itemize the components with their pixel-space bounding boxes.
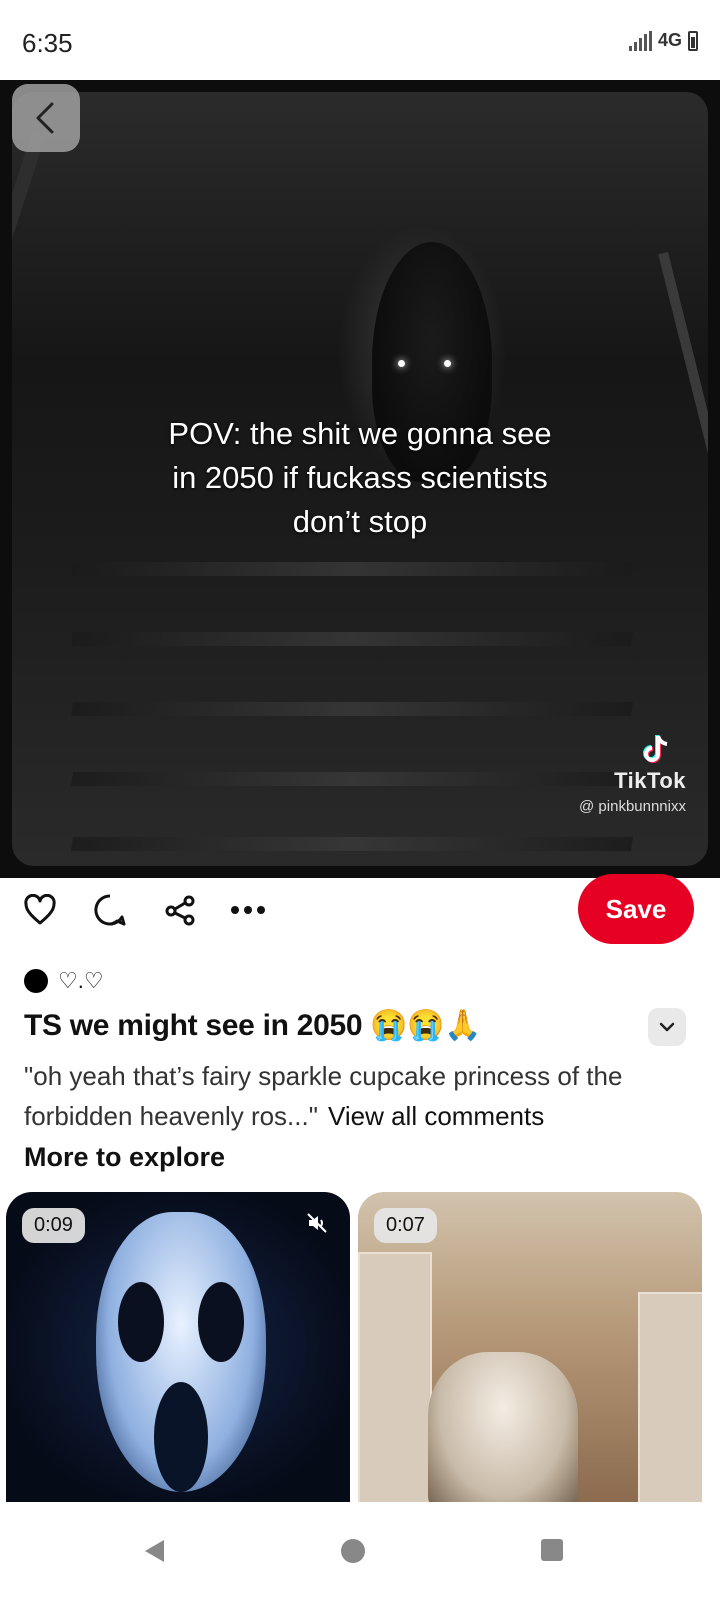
expand-details-button[interactable]: [648, 1008, 686, 1046]
ghost-mask-thumbnail: [96, 1212, 266, 1492]
square-recents-icon: [541, 1539, 563, 1561]
more-to-explore-heading: More to explore: [24, 1142, 226, 1172]
stair-step: [71, 702, 633, 716]
tiktok-logo-icon: [643, 735, 668, 763]
status-bar: 6:35 4G: [0, 0, 720, 80]
mask-mouth: [154, 1382, 208, 1492]
view-all-comments-link[interactable]: View all comments: [328, 1101, 544, 1131]
pin-video[interactable]: POV: the shit we gonna see in 2050 if fu…: [12, 92, 708, 866]
heart-icon: [24, 894, 56, 925]
figure-thumbnail: [428, 1352, 578, 1502]
battery-icon: [688, 30, 698, 51]
comment-bubble-icon: [94, 894, 126, 926]
video-duration: 0:07: [374, 1208, 437, 1243]
status-icons: 4G: [628, 30, 698, 51]
pin-title-text: TS we might see in 2050: [24, 1008, 363, 1042]
tiktok-handle: @ pinkbunnnixx: [579, 798, 686, 815]
network-label: 4G: [657, 30, 682, 50]
chevron-left-icon: [36, 102, 54, 134]
pin-actions: Save: [0, 874, 720, 950]
pin-media[interactable]: POV: the shit we gonna see in 2050 if fu…: [0, 80, 720, 878]
video-caption: POV: the shit we gonna see in 2050 if fu…: [168, 416, 552, 539]
pin-title: TS we might see in 2050 😭😭🙏: [24, 1008, 482, 1043]
more-options-button[interactable]: [230, 892, 266, 928]
more-dots-icon: [231, 906, 265, 914]
explore-card[interactable]: 0:07: [358, 1192, 702, 1502]
chevron-down-icon: [659, 1022, 675, 1032]
door-thumbnail: [358, 1252, 432, 1502]
stair-step: [71, 772, 633, 786]
signal-icon: [628, 30, 652, 51]
nav-home-button[interactable]: [340, 1538, 366, 1569]
mute-button[interactable]: [306, 1212, 328, 1239]
comment-button[interactable]: [92, 892, 128, 928]
mask-eye: [198, 1282, 244, 1362]
nav-back-button[interactable]: [142, 1538, 166, 1569]
author-name[interactable]: ♡.♡: [58, 968, 104, 994]
video-duration: 0:09: [22, 1208, 85, 1243]
save-button[interactable]: Save: [578, 874, 694, 944]
creature-eye: [398, 360, 405, 367]
avatar[interactable]: [24, 969, 48, 993]
stair-step: [71, 632, 633, 646]
share-icon: [165, 895, 195, 926]
nav-recents-button[interactable]: [540, 1538, 564, 1567]
stair-step: [71, 837, 633, 851]
stair-step: [71, 562, 633, 576]
mask-eye: [118, 1282, 164, 1362]
like-button[interactable]: [22, 892, 58, 928]
back-button[interactable]: [12, 84, 80, 152]
system-nav-bar: [0, 1502, 720, 1600]
tiktok-brand: TikTok: [614, 768, 686, 793]
status-time: 6:35: [22, 28, 73, 58]
circle-home-icon: [341, 1539, 365, 1563]
tiktok-watermark: TikTok @ pinkbunnnixx: [579, 732, 686, 815]
muted-speaker-icon: [307, 1213, 327, 1233]
comment-preview[interactable]: "oh yeah that’s fairy sparkle cupcake pr…: [24, 1056, 704, 1136]
share-button[interactable]: [162, 892, 198, 928]
pin-title-emojis: 😭😭🙏: [370, 1009, 482, 1042]
explore-card[interactable]: 0:09: [6, 1192, 350, 1502]
door-thumbnail: [638, 1292, 702, 1502]
triangle-back-icon: [145, 1540, 164, 1562]
creature-eye: [444, 360, 451, 367]
pin-author[interactable]: ♡.♡: [24, 968, 104, 994]
